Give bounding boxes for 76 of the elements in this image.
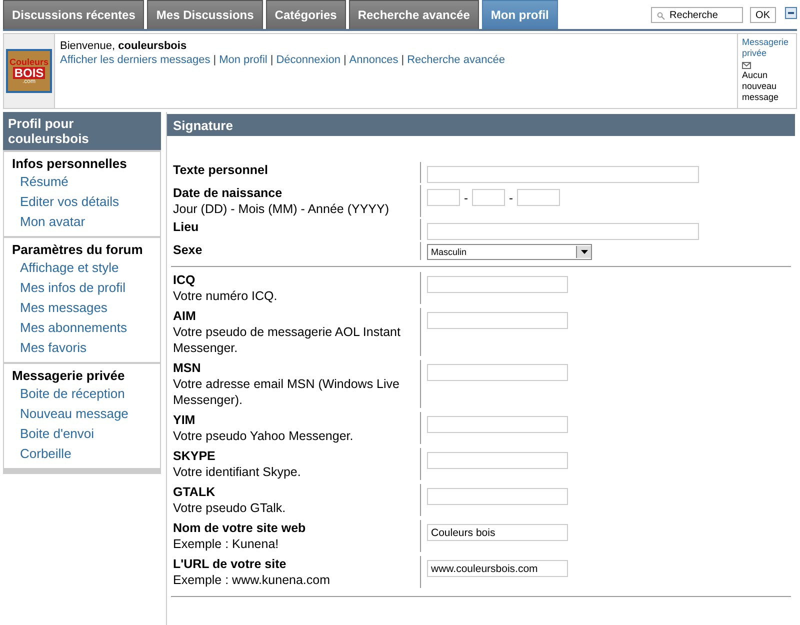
separator: - (463, 190, 469, 205)
group-title: Infos personnelles (12, 156, 128, 171)
year-field[interactable] (517, 189, 560, 206)
sidebar-link[interactable]: Résumé (12, 172, 160, 192)
separator: | (343, 54, 346, 66)
field-label: ICQ (173, 272, 196, 288)
field-label: Texte personnel (173, 162, 269, 178)
field-label: Date de naissance (173, 185, 284, 201)
sidebar-title: Profil pour couleursbois (3, 112, 161, 150)
day-field[interactable] (427, 189, 460, 206)
collapse-icon[interactable] (785, 7, 797, 19)
field-label: Sexe (173, 242, 204, 258)
field-label: L'URL de votre site (173, 556, 288, 572)
field-hint: Votre identifiant Skype. (173, 464, 302, 480)
month-field[interactable] (472, 189, 505, 206)
header-link[interactable]: Annonces (349, 54, 398, 66)
field-label: Nom de votre site web (173, 520, 307, 536)
header-link[interactable]: Afficher les derniers messages (60, 54, 210, 66)
panel-title: Signature (167, 114, 795, 136)
sidebar-link[interactable]: Mon avatar (12, 212, 160, 232)
field-label: Lieu (173, 219, 200, 235)
field-label: YIM (173, 412, 196, 428)
header-link[interactable]: Déconnexion (276, 54, 340, 66)
nav-tab[interactable]: Discussions récentes (3, 0, 144, 29)
text-field[interactable]: Couleurs bois (427, 524, 568, 541)
field-label: MSN (173, 360, 202, 376)
status-text: Aucun nouveau message (742, 70, 780, 103)
field-hint: Votre pseudo Yahoo Messenger. (173, 428, 354, 444)
search-field[interactable]: Recherche (650, 7, 743, 23)
welcome-text: Bienvenue, couleursbois (60, 40, 188, 52)
field-hint: Exemple : Kunena! (173, 536, 280, 552)
sidebar-link[interactable]: Mes infos de profil (12, 278, 160, 298)
field-hint: Jour (DD) - Mois (MM) - Année (YYYY) (173, 201, 390, 217)
dropdown-arrow-icon (580, 250, 588, 254)
sidebar-link[interactable]: Corbeille (12, 444, 160, 464)
nav-tab[interactable]: Catégories (266, 0, 346, 29)
field-hint: Votre pseudo GTalk. (173, 500, 287, 516)
field-hint: Votre pseudo de messagerie AOL Instant Messenger. (173, 324, 402, 356)
text-field[interactable]: www.couleursbois.com (427, 560, 568, 577)
nav-tab[interactable]: Mon profil (482, 0, 558, 29)
separator: | (270, 54, 274, 66)
header-link[interactable]: Recherche avancée (407, 54, 505, 66)
text-field[interactable] (427, 416, 568, 433)
field-label: GTALK (173, 484, 216, 500)
sidebar-link[interactable]: Boite de réception (12, 384, 160, 404)
separator: | (213, 54, 216, 66)
sidebar-link[interactable]: Mes favoris (12, 338, 160, 358)
header-link[interactable]: Mon profil (219, 54, 268, 66)
separator: - (508, 190, 514, 205)
field-hint: Votre adresse email MSN (Windows Live Messenger). (173, 376, 400, 408)
field-label: AIM (173, 308, 197, 324)
sidebar-link[interactable]: Mes abonnements (12, 318, 160, 338)
sidebar-link[interactable]: Affichage et style (12, 258, 160, 278)
field-label: SKYPE (173, 448, 216, 464)
separator: | (401, 54, 404, 66)
envelope-icon (742, 62, 751, 69)
group-title: Messagerie privée (12, 368, 126, 383)
text-field[interactable] (427, 166, 699, 183)
sidebar-link[interactable]: Nouveau message (12, 404, 160, 424)
nav-tab[interactable]: Mes Discussions (147, 0, 263, 29)
sidebar-link[interactable]: Boite d'envoi (12, 424, 160, 444)
field-hint: Exemple : www.kunena.com (173, 572, 332, 588)
text-field[interactable] (427, 312, 568, 329)
nav-tab[interactable]: Recherche avancée (348, 0, 479, 29)
text-field[interactable] (427, 452, 568, 469)
group-title: Paramètres du forum (12, 242, 144, 257)
text-field[interactable] (427, 488, 568, 505)
text-field[interactable] (427, 276, 568, 293)
sidebar-link[interactable]: Mes messages (12, 298, 160, 318)
sidebar-link[interactable]: Editer vos détails (12, 192, 160, 212)
text-field[interactable] (427, 364, 568, 381)
text-field[interactable] (427, 223, 699, 240)
private-messages-link[interactable]: Messagerie privée (742, 37, 792, 59)
ok-button[interactable]: OK (750, 7, 776, 23)
gender-dropdown[interactable]: Masculin (427, 244, 592, 260)
field-hint: Votre numéro ICQ. (173, 288, 278, 304)
